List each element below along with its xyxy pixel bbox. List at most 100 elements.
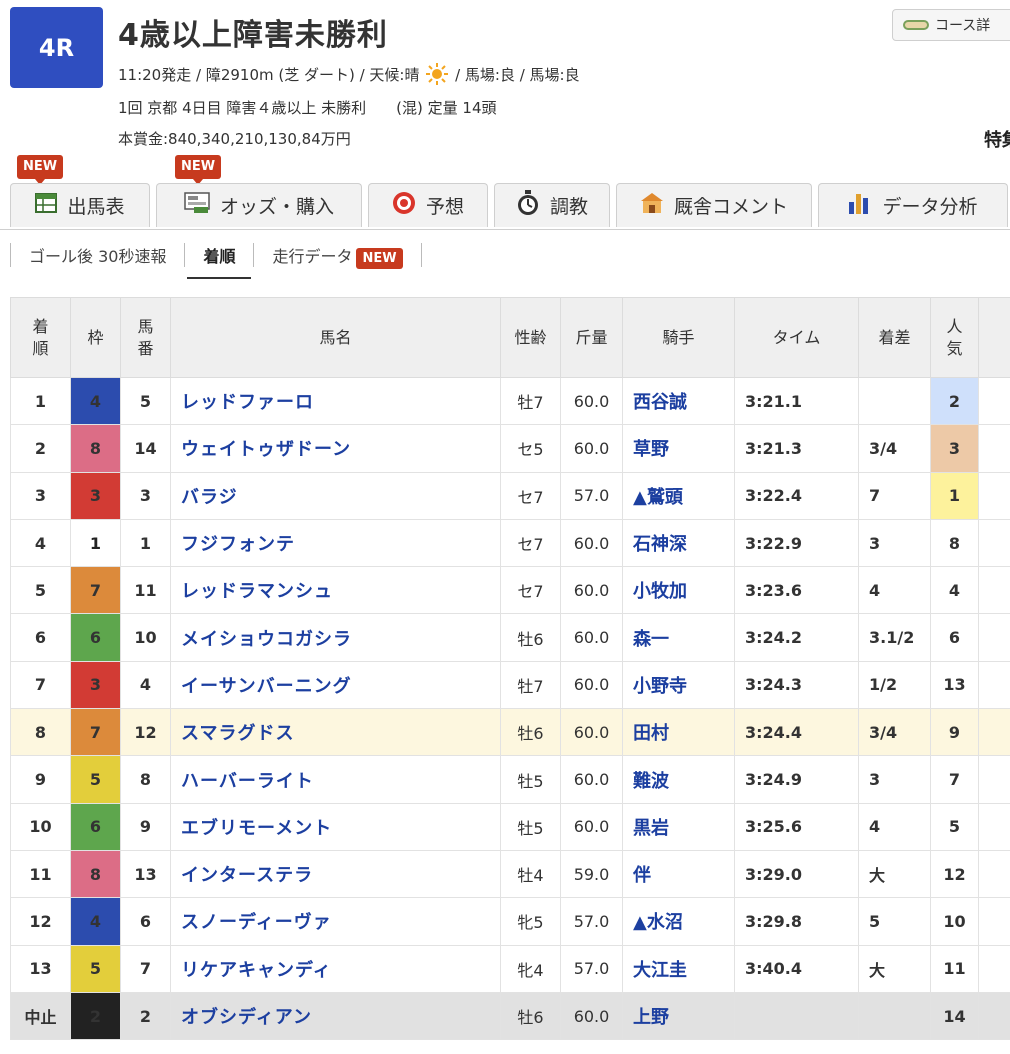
umaban-cell: 8 xyxy=(120,755,171,804)
umaban-cell: 2 xyxy=(120,991,171,1041)
margin-cell xyxy=(858,991,931,1041)
divider xyxy=(420,243,422,267)
stable-icon xyxy=(640,192,664,219)
tab-label: 厩舎コメント xyxy=(673,196,788,218)
horse-name-link[interactable]: ハーバーライト xyxy=(170,755,501,804)
header-popularity[interactable]: 人気 xyxy=(930,297,979,378)
new-flag-shutuba: NEW xyxy=(17,155,64,185)
subnav-result[interactable]: 着順 xyxy=(187,243,252,279)
waku-cell: 4 xyxy=(70,376,121,426)
popularity-cell: 11 xyxy=(930,944,979,993)
horse-name-link[interactable]: レッドファーロ xyxy=(170,376,501,426)
weight-cell: 60.0 xyxy=(560,613,623,662)
table-row-highlighted: 8 7 12 スマラグドス 牡6 60.0 田村 3:24.4 3/4 9 xyxy=(10,708,1010,757)
new-badge: NEW xyxy=(356,248,403,269)
weight-cell: 57.0 xyxy=(560,944,623,993)
jockey-link[interactable]: ▲水沼 xyxy=(622,897,735,946)
sunny-icon xyxy=(426,63,449,85)
horse-name-link[interactable]: インターステラ xyxy=(170,849,501,899)
popularity-cell: 4 xyxy=(930,566,979,615)
popularity-cell: 3 xyxy=(930,424,979,473)
tab-data-analysis[interactable]: データ分析 xyxy=(818,183,1008,227)
horse-name-link[interactable]: イーサンバーニング xyxy=(170,660,501,710)
weight-cell: 60.0 xyxy=(560,660,623,710)
rank-cell: 1 xyxy=(10,376,71,426)
sex-age-cell: 牡5 xyxy=(500,802,561,851)
sex-age-cell: 牡6 xyxy=(500,991,561,1041)
horse-name-link[interactable]: エブリモーメント xyxy=(170,802,501,851)
horse-name-link[interactable]: レッドラマンシュ xyxy=(170,566,501,615)
rank-cell: 4 xyxy=(10,518,71,568)
time-cell: 3:22.4 xyxy=(734,471,859,520)
target-icon xyxy=(392,191,416,220)
jockey-link[interactable]: 上野 xyxy=(622,991,735,1041)
horse-name-link[interactable]: バラジ xyxy=(170,471,501,520)
jockey-link[interactable]: 黒岩 xyxy=(622,802,735,851)
result-subnav: ゴール後 30秒速報 着順 走行データ NEW xyxy=(10,240,432,279)
weight-cell: 60.0 xyxy=(560,708,623,757)
popularity-cell: 5 xyxy=(930,802,979,851)
feature-link[interactable]: 特集 xyxy=(984,126,1010,152)
sex-age-cell: 牡7 xyxy=(500,376,561,426)
time-cell: 3:25.6 xyxy=(734,802,859,851)
jockey-link[interactable]: 森一 xyxy=(622,613,735,662)
result-table: 着順 枠 馬番 馬名 性齢 斤量 騎手 タイム 着差 人気 1 4 5 レッドフ… xyxy=(10,297,1010,1041)
margin-cell: 3.1/2 xyxy=(858,613,931,662)
waku-cell: 5 xyxy=(70,944,121,993)
jockey-link[interactable]: 大江圭 xyxy=(622,944,735,993)
margin-cell: 4 xyxy=(858,566,931,615)
header-rank[interactable]: 着順 xyxy=(10,297,71,378)
umaban-cell: 11 xyxy=(120,566,171,615)
tab-shutuba[interactable]: 出馬表 xyxy=(10,183,150,227)
extra-cell xyxy=(978,755,1010,804)
jockey-link[interactable]: 伴 xyxy=(622,849,735,899)
race-class-line: 1回 京都 4日目 障害４歳以上 未勝利 (混) 定量 14頭 xyxy=(118,99,497,117)
table-row: 4 1 1 フジフォンテ セ7 60.0 石神深 3:22.9 3 8 xyxy=(10,518,1010,568)
weight-cell: 60.0 xyxy=(560,991,623,1041)
umaban-cell: 5 xyxy=(120,376,171,426)
jockey-link[interactable]: 小野寺 xyxy=(622,660,735,710)
subnav-run-data[interactable]: 走行データ NEW xyxy=(264,243,410,269)
course-button[interactable]: コース詳 xyxy=(892,9,1010,41)
tab-yosou[interactable]: 予想 xyxy=(368,183,488,227)
weight-cell: 57.0 xyxy=(560,897,623,946)
header-extra xyxy=(978,297,1010,378)
header-umaban[interactable]: 馬番 xyxy=(120,297,171,378)
header-weight: 斤量 xyxy=(560,297,623,378)
table-row: 1 4 5 レッドファーロ 牡7 60.0 西谷誠 3:21.1 2 xyxy=(10,376,1010,426)
margin-cell: 3/4 xyxy=(858,424,931,473)
umaban-cell: 7 xyxy=(120,944,171,993)
jockey-link[interactable]: 小牧加 xyxy=(622,566,735,615)
horse-name-link[interactable]: スマラグドス xyxy=(170,708,501,757)
horse-name-link[interactable]: メイショウコガシラ xyxy=(170,613,501,662)
tab-stable-comment[interactable]: 厩舎コメント xyxy=(616,183,812,227)
header-time: タイム xyxy=(734,297,859,378)
horse-name-link[interactable]: ウェイトゥザドーン xyxy=(170,424,501,473)
margin-cell: 3 xyxy=(858,518,931,568)
table-row: 5 7 11 レッドラマンシュ セ7 60.0 小牧加 3:23.6 4 4 xyxy=(10,566,1010,615)
table-row: 13 5 7 リケアキャンディ 牝4 57.0 大江圭 3:40.4 大 11 xyxy=(10,944,1010,993)
jockey-link[interactable]: 石神深 xyxy=(622,518,735,568)
sex-age-cell: 牝5 xyxy=(500,897,561,946)
umaban-cell: 14 xyxy=(120,424,171,473)
jockey-link[interactable]: 難波 xyxy=(622,755,735,804)
jockey-link[interactable]: ▲鷲頭 xyxy=(622,471,735,520)
tab-chokyo[interactable]: 調教 xyxy=(494,183,610,227)
horse-name-link[interactable]: オブシディアン xyxy=(170,991,501,1041)
time-cell: 3:24.4 xyxy=(734,708,859,757)
table-row: 6 6 10 メイショウコガシラ 牡6 60.0 森一 3:24.2 3.1/2… xyxy=(10,613,1010,662)
subnav-quick-report[interactable]: ゴール後 30秒速報 xyxy=(21,243,174,267)
tab-odds[interactable]: オッズ・購入 xyxy=(156,183,362,227)
race-title: 4歳以上障害未勝利 xyxy=(118,18,388,53)
horse-name-link[interactable]: リケアキャンディ xyxy=(170,944,501,993)
umaban-cell: 6 xyxy=(120,897,171,946)
jockey-link[interactable]: 田村 xyxy=(622,708,735,757)
horse-name-link[interactable]: フジフォンテ xyxy=(170,518,501,568)
table-row: 11 8 13 インターステラ 牡4 59.0 伴 3:29.0 大 12 xyxy=(10,849,1010,899)
header-jockey: 騎手 xyxy=(622,297,735,378)
waku-cell: 2 xyxy=(70,991,121,1041)
table-row: 3 3 3 バラジ セ7 57.0 ▲鷲頭 3:22.4 7 1 xyxy=(10,471,1010,520)
horse-name-link[interactable]: スノーディーヴァ xyxy=(170,897,501,946)
jockey-link[interactable]: 草野 xyxy=(622,424,735,473)
jockey-link[interactable]: 西谷誠 xyxy=(622,376,735,426)
